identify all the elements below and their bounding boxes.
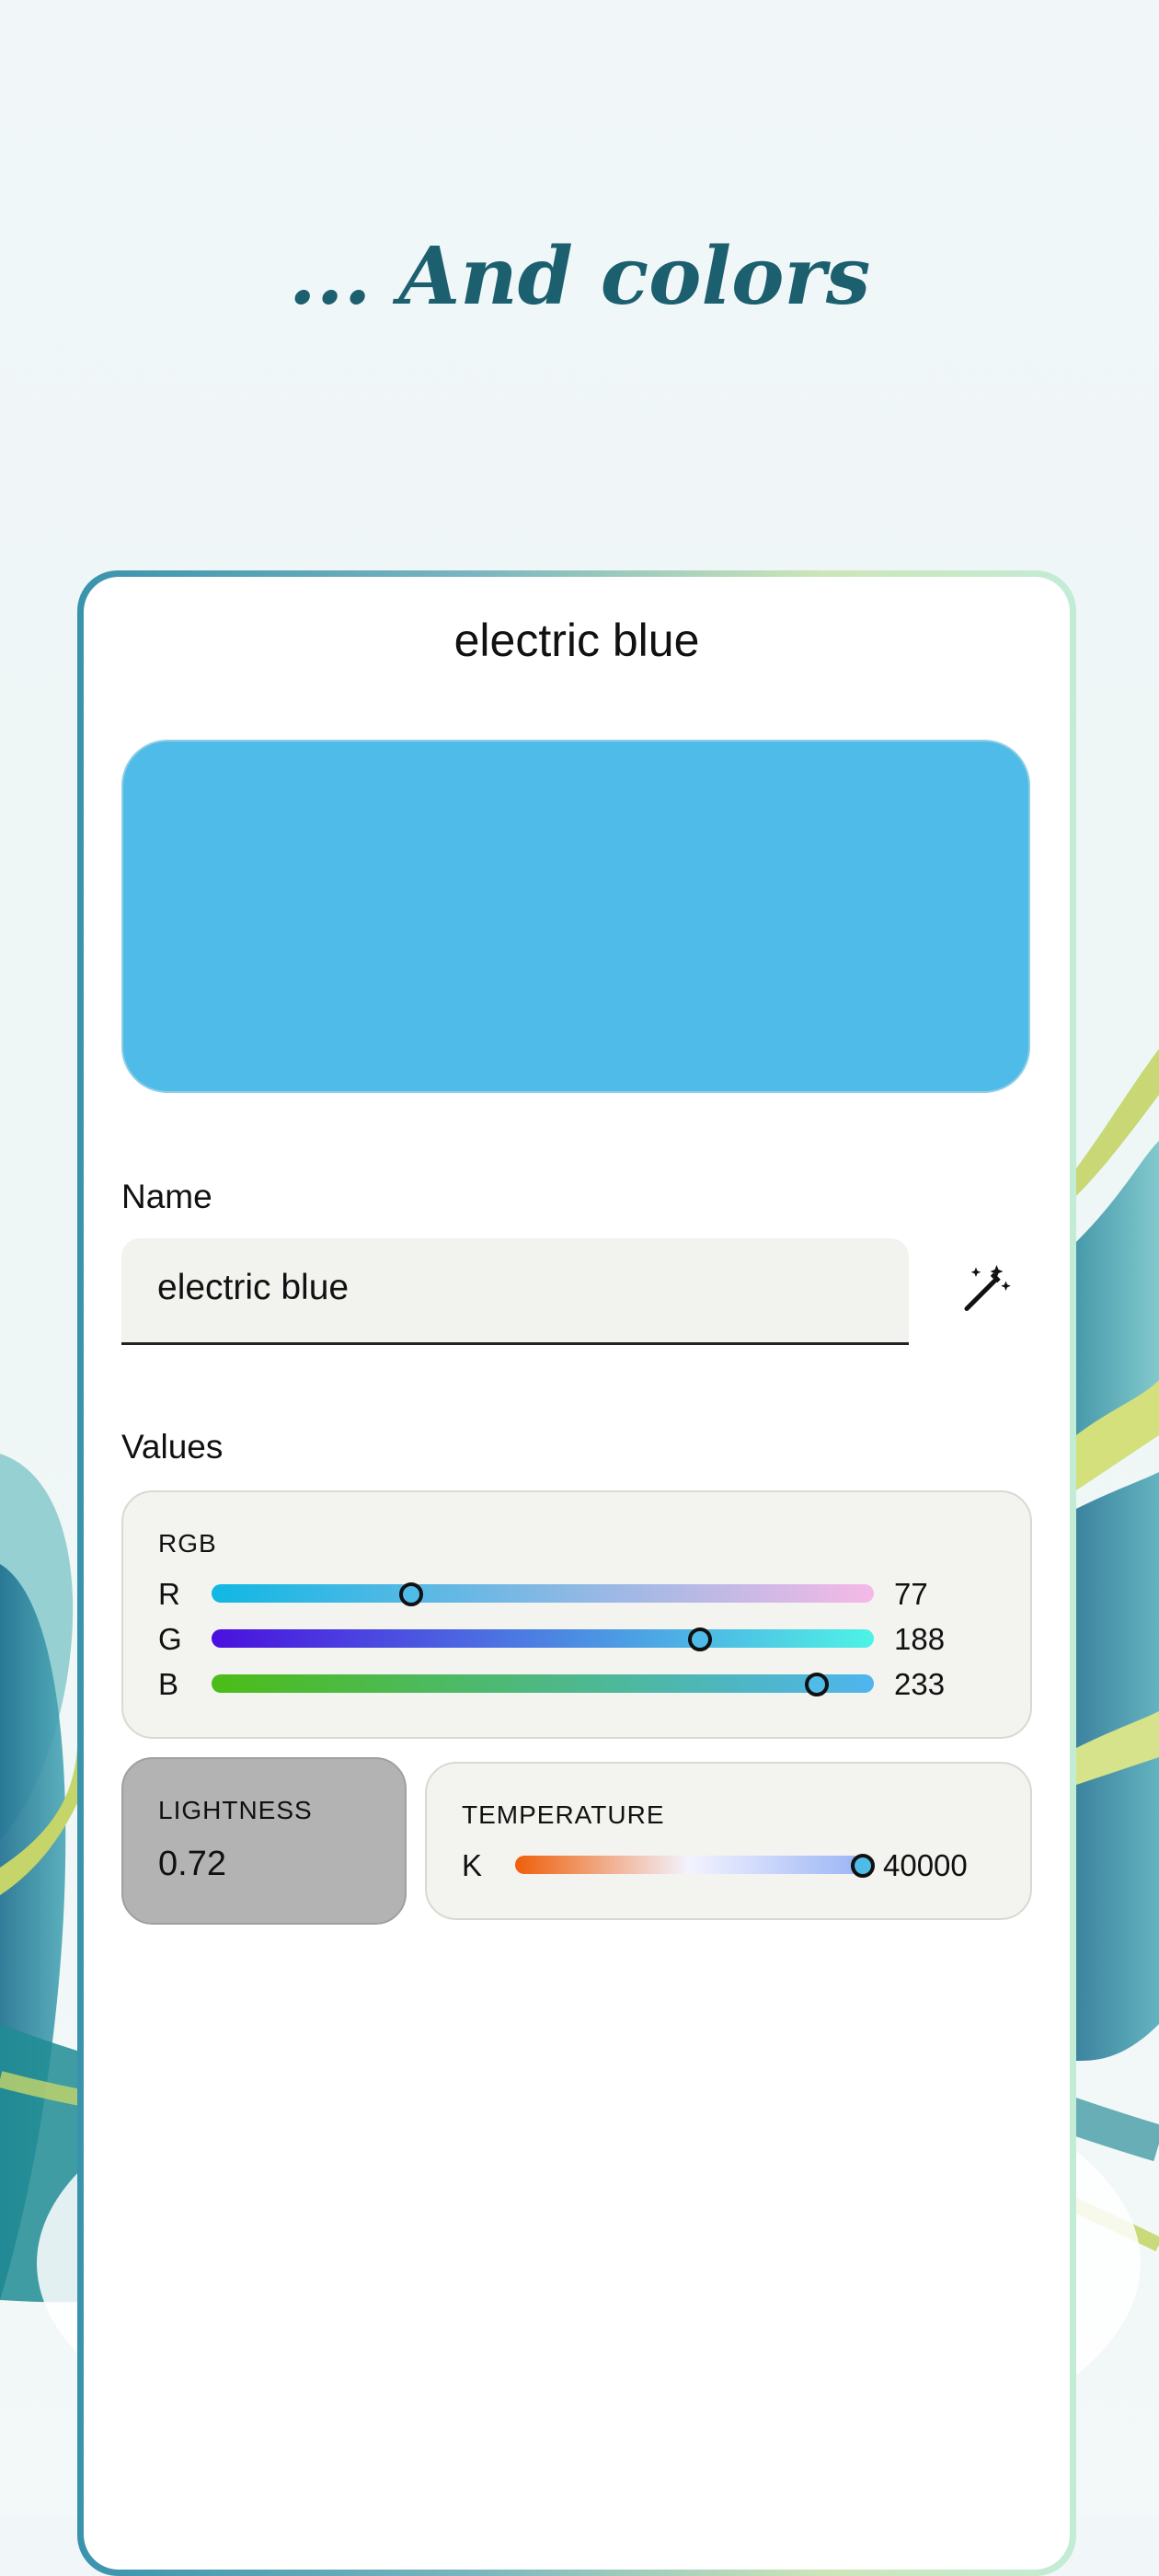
- red-slider[interactable]: [212, 1582, 874, 1606]
- blue-slider-thumb[interactable]: [805, 1673, 830, 1696]
- blue-channel-label: B: [158, 1667, 179, 1701]
- rgb-caption: RGB: [158, 1529, 217, 1558]
- temperature-slider-thumb[interactable]: [851, 1854, 875, 1878]
- values-label: Values: [121, 1428, 224, 1466]
- temperature-slider[interactable]: [515, 1854, 875, 1878]
- lightness-value: 0.72: [158, 1845, 226, 1883]
- blue-row: B 233: [123, 1667, 1030, 1704]
- red-row: R 77: [123, 1577, 1030, 1614]
- blue-value: 233: [894, 1667, 946, 1701]
- green-channel-label: G: [158, 1622, 182, 1656]
- temperature-row: K 40000: [427, 1848, 1030, 1885]
- color-card: electric blue Name electric blue Values …: [77, 570, 1076, 2576]
- red-value: 77: [894, 1577, 928, 1611]
- green-row: G 188: [123, 1622, 1030, 1659]
- lightness-caption: LIGHTNESS: [158, 1796, 313, 1824]
- temperature-caption: TEMPERATURE: [462, 1800, 665, 1829]
- blue-slider[interactable]: [212, 1673, 874, 1696]
- rgb-panel: RGB R 77 G 188 B 233: [121, 1490, 1032, 1739]
- green-value: 188: [894, 1622, 946, 1656]
- name-label: Name: [121, 1178, 212, 1215]
- green-slider-thumb[interactable]: [687, 1627, 712, 1651]
- lightness-panel[interactable]: LIGHTNESS 0.72: [121, 1757, 407, 1925]
- temperature-unit: K: [462, 1848, 483, 1882]
- magic-wand-icon[interactable]: [958, 1260, 1013, 1316]
- red-slider-thumb[interactable]: [399, 1582, 424, 1606]
- color-card-body: electric blue Name electric blue Values …: [84, 577, 1070, 2570]
- temperature-value: 40000: [883, 1848, 968, 1882]
- green-slider[interactable]: [212, 1627, 874, 1651]
- name-input-value: electric blue: [157, 1268, 350, 1307]
- color-title: electric blue: [453, 615, 700, 666]
- red-channel-label: R: [158, 1577, 180, 1611]
- color-swatch[interactable]: [121, 740, 1030, 1093]
- headline: ... And colors: [288, 230, 871, 323]
- name-input[interactable]: electric blue: [121, 1238, 909, 1345]
- temperature-panel: TEMPERATURE K 40000: [425, 1762, 1032, 1920]
